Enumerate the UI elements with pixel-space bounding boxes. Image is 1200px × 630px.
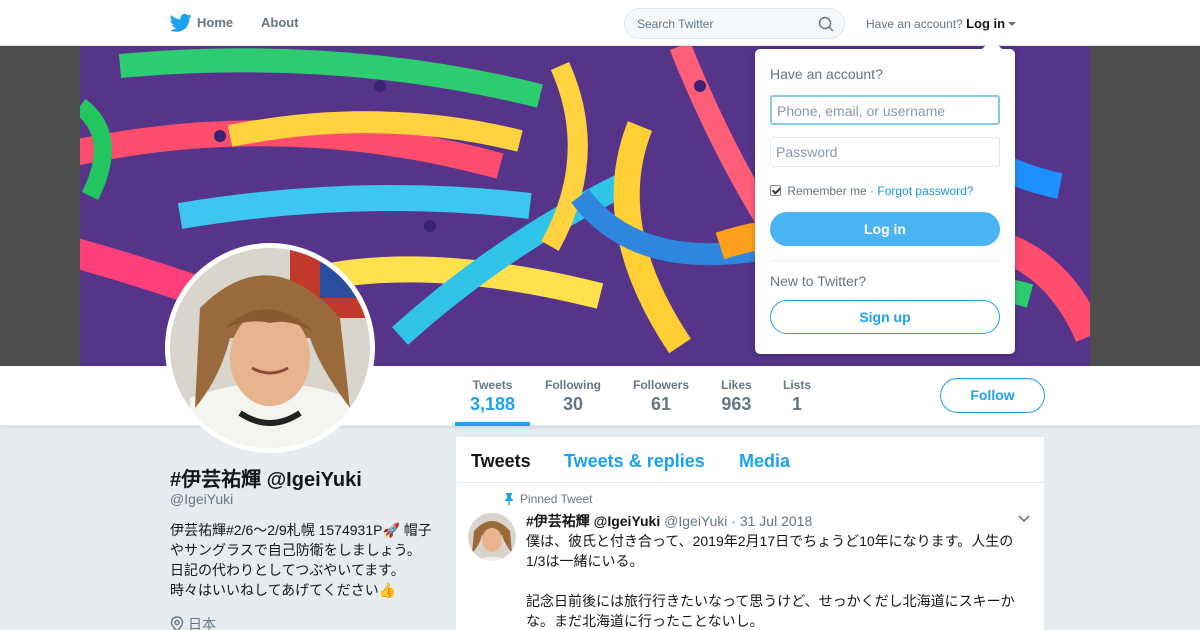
stat-label: Likes	[721, 378, 752, 392]
new-to-twitter-text: New to Twitter?	[770, 273, 867, 289]
separator: ·	[866, 184, 878, 198]
tab-media[interactable]: Media	[739, 451, 790, 472]
signup-button[interactable]: Sign up	[770, 300, 1000, 334]
tweet-date[interactable]: · 31 Jul 2018	[731, 513, 812, 529]
location-text: 日本	[188, 616, 216, 630]
twitter-bird-icon[interactable]	[170, 13, 192, 33]
nav-about-link[interactable]: About	[261, 15, 299, 30]
tweet-paragraph: 僕は、彼氏と付き合って、2019年2月17日でちょうど10年になります。人生の1…	[526, 533, 1014, 569]
login-dropdown-toggle[interactable]: Log in	[966, 16, 1005, 31]
stat-lists[interactable]: Lists 1	[783, 378, 811, 415]
profile-handle[interactable]: @IgeiYuki	[170, 491, 233, 507]
forgot-password-link[interactable]: Forgot password?	[877, 184, 973, 198]
stat-value: 963	[721, 394, 752, 414]
tweet-text: 僕は、彼氏と付き合って、2019年2月17日でちょうど10年になります。人生の1…	[526, 531, 1026, 630]
remember-me-checkbox[interactable]	[770, 185, 781, 196]
password-field[interactable]: Password	[770, 137, 1000, 167]
profile-name[interactable]: #伊芸祐輝 @IgeiYuki	[170, 463, 362, 492]
search-input[interactable]: Search Twitter	[624, 8, 845, 39]
timeline: Tweets Tweets & replies Media Pinned Twe…	[456, 437, 1044, 630]
login-dropdown: Have an account? Phone, email, or userna…	[755, 39, 1015, 354]
caret-down-icon	[1008, 22, 1017, 26]
stat-value: 61	[650, 394, 672, 414]
profile-avatar[interactable]	[165, 243, 375, 453]
have-account-text: Have an account?	[866, 17, 963, 31]
avatar-image	[170, 248, 370, 448]
stat-tweets[interactable]: Tweets 3,188	[470, 378, 515, 415]
profile-location: 日本	[170, 614, 216, 630]
timeline-tabs: Tweets Tweets & replies Media	[456, 437, 1044, 483]
remember-row: Remember me · Forgot password?	[770, 184, 973, 198]
stat-label: Following	[545, 378, 601, 392]
dropdown-title: Have an account?	[770, 66, 883, 82]
tweet-paragraph: 記念日前後には旅行行きたいなって思うけど、せっかくだし北海道にスキーかな。まだ北…	[526, 593, 1015, 629]
search-icon[interactable]	[818, 16, 834, 32]
active-tab-indicator	[455, 422, 530, 426]
follow-button[interactable]: Follow	[940, 378, 1045, 413]
divider	[770, 260, 1000, 261]
stat-followers[interactable]: Followers 61	[633, 378, 689, 415]
username-field[interactable]: Phone, email, or username	[770, 95, 1000, 125]
tweet-avatar[interactable]	[468, 513, 516, 561]
stat-value: 3,188	[470, 394, 516, 414]
login-prompt[interactable]: Have an account? Log in	[866, 16, 1017, 31]
tweet-header: #伊芸祐輝 @IgeiYuki @IgeiYuki · 31 Jul 2018	[526, 511, 812, 531]
stat-likes[interactable]: Likes 963	[721, 378, 752, 415]
stat-label: Tweets	[472, 378, 513, 392]
top-nav: Home About Search Twitter Have an accoun…	[0, 0, 1200, 46]
tweet-author[interactable]: #伊芸祐輝 @IgeiYuki	[526, 513, 660, 529]
stat-value: 1	[792, 394, 803, 414]
stat-label: Lists	[783, 378, 812, 392]
tab-tweets[interactable]: Tweets	[471, 451, 531, 472]
login-button[interactable]: Log in	[770, 212, 1000, 246]
tweet-handle[interactable]: @IgeiYuki	[664, 513, 727, 529]
pin-icon	[505, 493, 513, 505]
location-pin-icon	[170, 616, 184, 630]
pinned-label: Pinned Tweet	[504, 492, 593, 506]
tab-tweets-replies[interactable]: Tweets & replies	[564, 451, 705, 472]
nav-home-link[interactable]: Home	[197, 15, 233, 30]
pinned-text: Pinned Tweet	[520, 492, 593, 506]
profile-bio: 伊芸祐輝#2/6〜2/9札幌 1574931P🚀 帽子やサングラスで自己防衛をし…	[170, 522, 432, 598]
stat-following[interactable]: Following 30	[545, 378, 601, 415]
search-placeholder: Search Twitter	[637, 17, 714, 31]
stat-label: Followers	[633, 378, 690, 392]
stat-value: 30	[562, 394, 584, 414]
chevron-down-icon[interactable]	[1018, 515, 1030, 523]
remember-me-label[interactable]: Remember me	[787, 184, 866, 198]
